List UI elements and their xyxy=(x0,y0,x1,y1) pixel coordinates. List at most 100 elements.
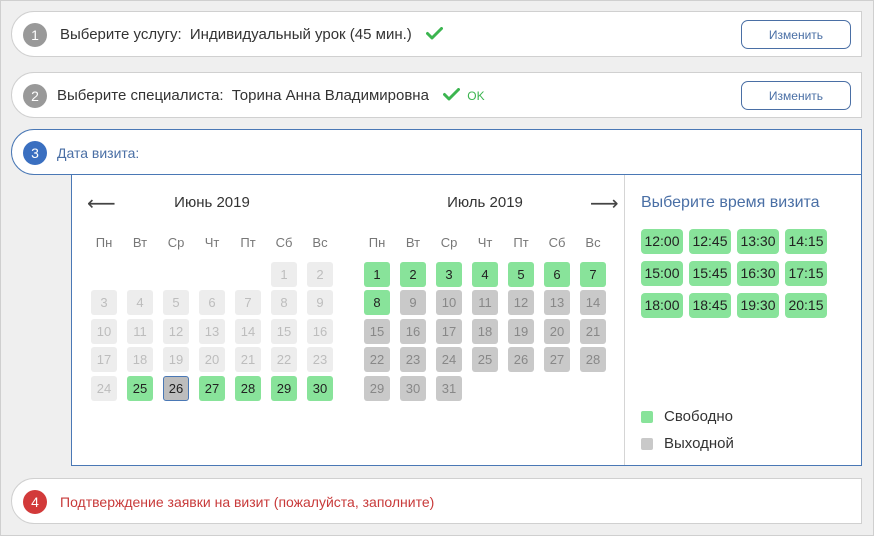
step-number: 1 xyxy=(23,23,47,47)
time-slot-button[interactable]: 20:15 xyxy=(785,293,827,318)
calendar-day: 24 xyxy=(91,375,117,401)
calendar-day: 16 xyxy=(400,318,426,344)
time-slot-button[interactable]: 14:15 xyxy=(785,229,827,254)
step-text: Выберите специалиста: Торина Анна Владим… xyxy=(57,73,485,119)
time-slot-button[interactable]: 16:30 xyxy=(737,261,779,286)
calendar-day: 18 xyxy=(127,347,153,373)
time-slot-button[interactable]: 12:00 xyxy=(641,229,683,254)
calendar-day: 7 xyxy=(235,290,261,316)
legend-label: Свободно xyxy=(664,408,733,425)
time-slot-button[interactable]: 13:30 xyxy=(737,229,779,254)
calendar-day: 21 xyxy=(235,347,261,373)
calendar-day: 12 xyxy=(508,290,534,316)
step-specialist: 2 Выберите специалиста: Торина Анна Влад… xyxy=(11,72,862,118)
calendar-day[interactable]: 4 xyxy=(472,262,498,287)
time-slot-button[interactable]: 17:15 xyxy=(785,261,827,286)
step-label: Подтверждение заявки на визит (пожалуйст… xyxy=(60,494,435,510)
ok-label: OK xyxy=(467,89,485,104)
calendar-day: 23 xyxy=(307,347,333,373)
calendar-day: 16 xyxy=(307,318,333,344)
check-icon xyxy=(443,88,461,101)
calendar-day[interactable]: 30 xyxy=(307,375,333,401)
weekday-label: Чт xyxy=(204,235,220,250)
step-number: 4 xyxy=(23,490,47,514)
calendar-day: 26 xyxy=(508,347,534,373)
calendar-day[interactable]: 8 xyxy=(364,290,390,316)
calendar-day: 15 xyxy=(364,318,390,344)
time-slot-button[interactable]: 18:45 xyxy=(689,293,731,318)
step-label: Выберите услугу: xyxy=(60,26,182,43)
weekday-label: Вс xyxy=(585,235,601,250)
calendar-day: 20 xyxy=(544,318,570,344)
calendar-day: 19 xyxy=(163,347,189,373)
month-grid-june: 1 2 3 4 5 6 7 8 9 10 11 12 13 14 15 16 17 18 19 20 21 22 23 24 2… xyxy=(86,262,338,404)
weekday-label: Пт xyxy=(240,235,256,250)
calendar-day: 29 xyxy=(364,375,390,401)
calendar-day: 13 xyxy=(199,318,225,344)
calendar-day[interactable]: 27 xyxy=(199,375,225,401)
calendar-day[interactable]: 26 xyxy=(163,375,189,401)
calendar-day: 6 xyxy=(199,290,225,316)
calendar-day[interactable]: 7 xyxy=(580,262,606,287)
calendar-blank-cell xyxy=(199,262,225,287)
weekday-label: Пн xyxy=(368,235,386,250)
calendar-day: 10 xyxy=(91,318,117,344)
step-date[interactable]: 3 Дата визита: xyxy=(11,129,862,175)
legend-swatch xyxy=(641,410,653,423)
calendar-day: 30 xyxy=(400,375,426,401)
month-grid-july: 1 2 3 4 5 6 7 8 9 10 11 12 13 14 15 16 17 18 19 20 21 22 23 24 2… xyxy=(359,262,611,404)
calendar-day: 11 xyxy=(127,318,153,344)
calendar-day[interactable]: 5 xyxy=(508,262,534,287)
calendar-day[interactable]: 29 xyxy=(271,375,297,401)
calendar-day[interactable]: 28 xyxy=(235,375,261,401)
calendar-day[interactable]: 6 xyxy=(544,262,570,287)
legend-label: Выходной xyxy=(664,435,734,452)
date-picker-panel: ⟵ ⟶ Июнь 2019 Пн Вт Ср Чт Пт Сб Вс 1 2 3 4 5 6 7 8 9 10… xyxy=(71,175,862,466)
time-panel: Выберите время визита 12:00 12:45 13:30 14:… xyxy=(625,175,862,465)
calendar-day[interactable]: 25 xyxy=(127,375,153,401)
weekday-label: Сб xyxy=(275,235,293,250)
calendar-day: 27 xyxy=(544,347,570,373)
calendar-day: 5 xyxy=(163,290,189,316)
time-slot-button[interactable]: 12:45 xyxy=(689,229,731,254)
time-slot-button[interactable]: 15:45 xyxy=(689,261,731,286)
calendar-day: 18 xyxy=(472,318,498,344)
weekday-label: Пт xyxy=(513,235,529,250)
calendar-day: 17 xyxy=(91,347,117,373)
change-service-button[interactable]: Изменить xyxy=(741,20,851,49)
time-slot-button[interactable]: 15:00 xyxy=(641,261,683,286)
calendar-day: 3 xyxy=(91,290,117,316)
calendar-day: 4 xyxy=(127,290,153,316)
calendar-day: 22 xyxy=(364,347,390,373)
calendar-blank-cell xyxy=(127,262,153,287)
month-title: Июль 2019 xyxy=(447,194,523,211)
legend-item: Свободно xyxy=(641,403,734,430)
calendar-day: 14 xyxy=(580,290,606,316)
weekday-label: Сб xyxy=(548,235,566,250)
legend: Свободно Выходной xyxy=(641,403,734,457)
calendar-blank-cell xyxy=(163,262,189,287)
step-confirm[interactable]: 4 Подтверждение заявки на визит (пожалуй… xyxy=(11,478,862,524)
calendar-day: 2 xyxy=(307,262,333,287)
time-slots: 12:00 12:45 13:30 14:15 15:00 15:45 16:30 17:15… xyxy=(641,229,833,325)
weekday-label: Вт xyxy=(405,235,421,250)
calendar-day: 9 xyxy=(400,290,426,316)
weekday-label: Чт xyxy=(477,235,493,250)
step-text: Выберите услугу: Индивидуальный урок (45… xyxy=(60,12,443,58)
calendar-day: 22 xyxy=(271,347,297,373)
weekday-label: Ср xyxy=(440,235,458,250)
time-slot-button[interactable]: 18:00 xyxy=(641,293,683,318)
weekday-label: Вс xyxy=(312,235,328,250)
calendar-day: 20 xyxy=(199,347,225,373)
step-label: Дата визита: xyxy=(57,145,140,161)
time-slot-button[interactable]: 19:30 xyxy=(737,293,779,318)
calendar-day[interactable]: 2 xyxy=(400,262,426,287)
calendar-day: 23 xyxy=(400,347,426,373)
calendar-day[interactable]: 3 xyxy=(436,262,462,287)
step-label: Выберите специалиста: xyxy=(57,87,224,104)
change-specialist-button[interactable]: Изменить xyxy=(741,81,851,110)
calendar-day: 21 xyxy=(580,318,606,344)
step-service: 1 Выберите услугу: Индивидуальный урок (… xyxy=(11,11,862,57)
weekday-header: Пн Вт Ср Чт Пт Сб Вс xyxy=(86,235,338,250)
calendar-day[interactable]: 1 xyxy=(364,262,390,287)
